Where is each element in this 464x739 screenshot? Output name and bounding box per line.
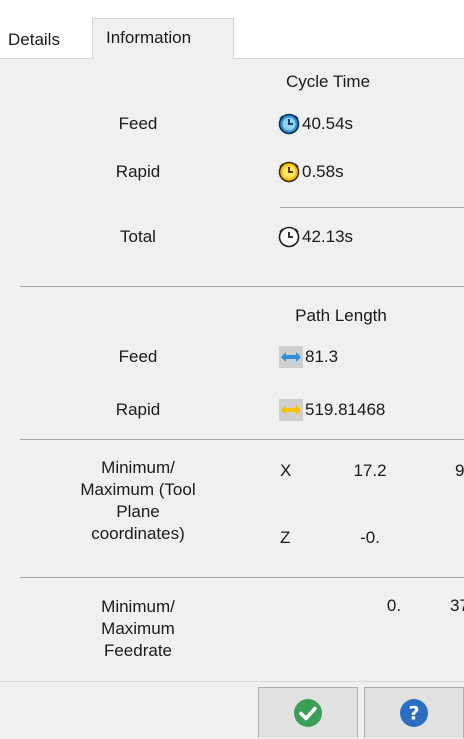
x-max-value: 9 (455, 461, 464, 480)
section-divider (20, 286, 464, 287)
blue-clock-icon (278, 113, 300, 135)
minmax-feedrate-label: Minimum/ Maximum Feedrate (101, 597, 175, 660)
tab-bar: Details Information (0, 0, 464, 59)
path-length-heading: Path Length (295, 306, 387, 325)
cycle-feed-value: 40.54s (302, 114, 354, 133)
x-axis-label: X (280, 461, 292, 480)
cycle-feed-label: Feed (118, 114, 158, 133)
feedrate-min-value: 0. (386, 596, 402, 615)
z-axis-label: Z (280, 528, 291, 547)
section-divider (20, 577, 464, 578)
information-panel: Cycle Time Feed 40.54s Rapid 0.58s Total… (0, 58, 464, 681)
cycle-rapid-label: Rapid (115, 162, 161, 181)
blue-double-arrow-icon (279, 346, 303, 368)
path-rapid-value: 519.81468 (305, 400, 386, 419)
svg-text:?: ? (408, 703, 419, 725)
tab-details[interactable]: Details (8, 24, 92, 58)
cycle-time-heading: Cycle Time (285, 72, 371, 91)
feedrate-max-value: 37 (450, 596, 464, 615)
clock-icon (278, 226, 300, 248)
checkmark-icon (294, 699, 322, 727)
x-min-value: 17.2 (353, 461, 387, 480)
z-min-value: -0. (360, 528, 380, 547)
cycle-total-divider (280, 207, 464, 208)
help-button[interactable]: ? (364, 687, 464, 738)
help-icon: ? (400, 699, 428, 727)
section-divider (20, 439, 464, 440)
cycle-rapid-value: 0.58s (302, 162, 344, 181)
cycle-total-value: 42.13s (302, 227, 354, 246)
ok-button[interactable] (258, 687, 358, 738)
cycle-total-label: Total (120, 227, 156, 246)
path-rapid-label: Rapid (115, 400, 161, 419)
path-feed-value: 81.3 (305, 347, 339, 366)
yellow-clock-icon (278, 161, 300, 183)
minmax-coords-label: Minimum/ Maximum (Tool Plane coordinates… (80, 458, 196, 543)
yellow-double-arrow-icon (279, 399, 303, 421)
path-feed-label: Feed (118, 347, 158, 366)
tab-information[interactable]: Information (92, 18, 234, 59)
